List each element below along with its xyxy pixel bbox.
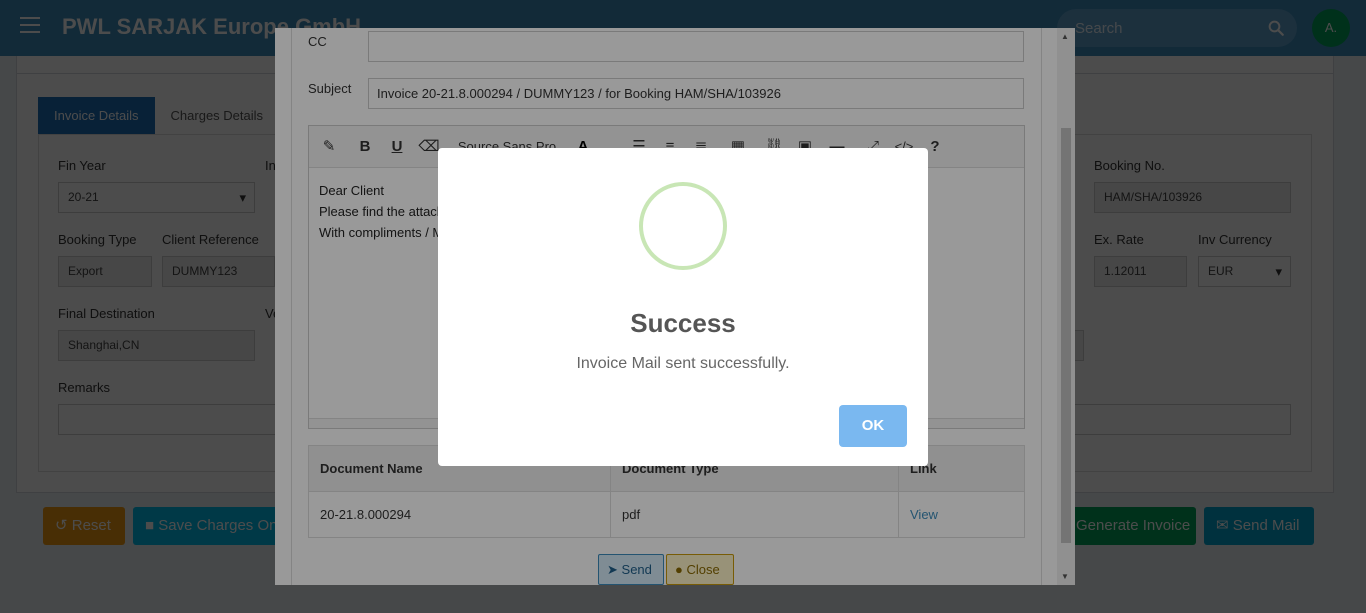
ok-button[interactable]: OK — [839, 405, 907, 447]
alert-title: Success — [630, 308, 736, 338]
success-alert: Success Invoice Mail sent successfully. … — [438, 148, 928, 466]
alert-message: Invoice Mail sent successfully. — [576, 355, 790, 372]
success-icon — [639, 182, 727, 270]
